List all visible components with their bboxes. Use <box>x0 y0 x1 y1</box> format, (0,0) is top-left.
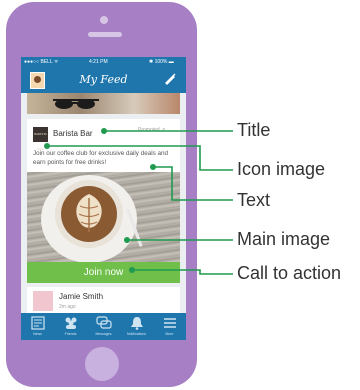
callout-label-icon-image: Icon image <box>237 159 326 179</box>
cta-callout-dot <box>129 267 135 273</box>
icon-image-callout-dot <box>44 143 50 149</box>
callout-label-title: Title <box>237 120 271 140</box>
main-image-callout-dot <box>124 237 130 243</box>
callout-label-call-to-action: Call to action <box>237 263 342 283</box>
icon-image-callout-line <box>47 145 233 171</box>
callout-label-text: Text <box>237 190 271 210</box>
text-callout-line <box>153 166 233 201</box>
callout-label-main-image: Main image <box>237 229 331 249</box>
cta-callout-line <box>132 269 233 275</box>
callout-lines <box>44 128 233 275</box>
text-callout-dot <box>150 164 156 170</box>
title-callout-dot <box>101 128 107 134</box>
